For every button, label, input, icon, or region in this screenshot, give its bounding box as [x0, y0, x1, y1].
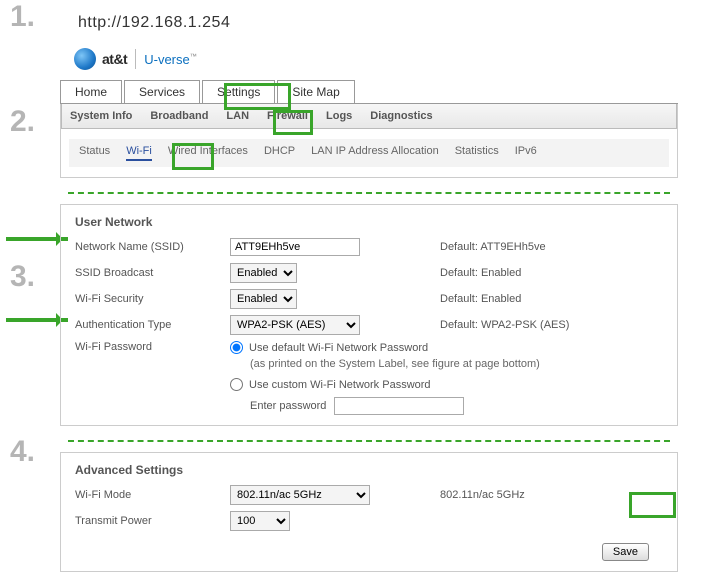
broadcast-default: Default: Enabled	[440, 267, 521, 279]
brand-uverse: U-verse™	[144, 52, 197, 67]
brand-divider	[135, 49, 136, 69]
user-network-title: User Network	[75, 215, 663, 229]
address-bar-url: http://192.168.1.254	[78, 14, 706, 32]
power-select[interactable]: 100	[230, 511, 290, 531]
lan-wired[interactable]: Wired Interfaces	[168, 145, 248, 161]
arrow-ssid	[6, 237, 68, 241]
auth-select[interactable]: WPA2-PSK (AES)	[230, 315, 360, 335]
tab-services[interactable]: Services	[124, 80, 200, 103]
mode-label: Wi-Fi Mode	[75, 489, 230, 501]
lan-subnav: Status Wi-Fi Wired Interfaces DHCP LAN I…	[69, 139, 669, 167]
security-select[interactable]: Enabled	[230, 289, 297, 309]
pw-hint: (as printed on the System Label, see fig…	[250, 358, 663, 370]
power-label: Transmit Power	[75, 515, 230, 527]
step-1-marker: 1.	[10, 0, 35, 34]
pw-default-text: Use default Wi-Fi Network Password	[249, 342, 428, 354]
ssid-input[interactable]	[230, 238, 360, 256]
divider-1	[68, 192, 670, 194]
pw-custom-text: Use custom Wi-Fi Network Password	[249, 379, 431, 391]
settings-subnav: System Info Broadband LAN Firewall Logs …	[61, 104, 677, 129]
subnav-broadband[interactable]: Broadband	[150, 110, 208, 122]
password-label: Wi-Fi Password	[75, 341, 230, 353]
tab-settings[interactable]: Settings	[202, 80, 275, 103]
pw-custom-radio[interactable]	[230, 378, 243, 391]
mode-right: 802.11n/ac 5GHz	[440, 489, 525, 501]
lan-ipv6[interactable]: IPv6	[515, 145, 537, 161]
lan-wifi[interactable]: Wi-Fi	[126, 145, 152, 161]
att-globe-icon	[74, 48, 96, 70]
broadcast-label: SSID Broadcast	[75, 267, 230, 279]
step-2-marker: 2.	[10, 105, 35, 139]
lan-dhcp[interactable]: DHCP	[264, 145, 295, 161]
auth-label: Authentication Type	[75, 319, 230, 331]
step-3-marker: 3.	[10, 260, 35, 294]
brand-att: at&t	[102, 51, 127, 67]
step-4-marker: 4.	[10, 435, 35, 469]
main-tabs: Home Services Settings Site Map	[60, 80, 678, 104]
security-label: Wi-Fi Security	[75, 293, 230, 305]
tab-home[interactable]: Home	[60, 80, 122, 103]
subnav-lan[interactable]: LAN	[226, 110, 249, 122]
lan-stats[interactable]: Statistics	[455, 145, 499, 161]
brand-logo: at&t U-verse™	[74, 46, 678, 72]
subnav-logs[interactable]: Logs	[326, 110, 352, 122]
tab-sitemap[interactable]: Site Map	[277, 80, 354, 103]
broadcast-select[interactable]: Enabled	[230, 263, 297, 283]
advanced-section: Advanced Settings Wi-Fi Mode 802.11n/ac …	[60, 452, 678, 572]
pw-default-radio[interactable]	[230, 341, 243, 354]
subnav-firewall[interactable]: Firewall	[267, 110, 308, 122]
divider-2	[68, 440, 670, 442]
mode-select[interactable]: 802.11n/ac 5GHz	[230, 485, 370, 505]
lan-status[interactable]: Status	[79, 145, 110, 161]
advanced-title: Advanced Settings	[75, 463, 663, 477]
lan-ip-alloc[interactable]: LAN IP Address Allocation	[311, 145, 439, 161]
auth-default: Default: WPA2-PSK (AES)	[440, 319, 569, 331]
arrow-password	[6, 318, 68, 322]
pw-enter-input[interactable]	[334, 397, 464, 415]
subnav-system-info[interactable]: System Info	[70, 110, 132, 122]
subnav-diagnostics[interactable]: Diagnostics	[370, 110, 432, 122]
security-default: Default: Enabled	[440, 293, 521, 305]
ssid-label: Network Name (SSID)	[75, 241, 230, 253]
user-network-section: User Network Network Name (SSID) Default…	[60, 204, 678, 426]
save-button[interactable]: Save	[602, 543, 649, 561]
pw-enter-label: Enter password	[250, 400, 326, 412]
ssid-default: Default: ATT9EHh5ve	[440, 241, 546, 253]
